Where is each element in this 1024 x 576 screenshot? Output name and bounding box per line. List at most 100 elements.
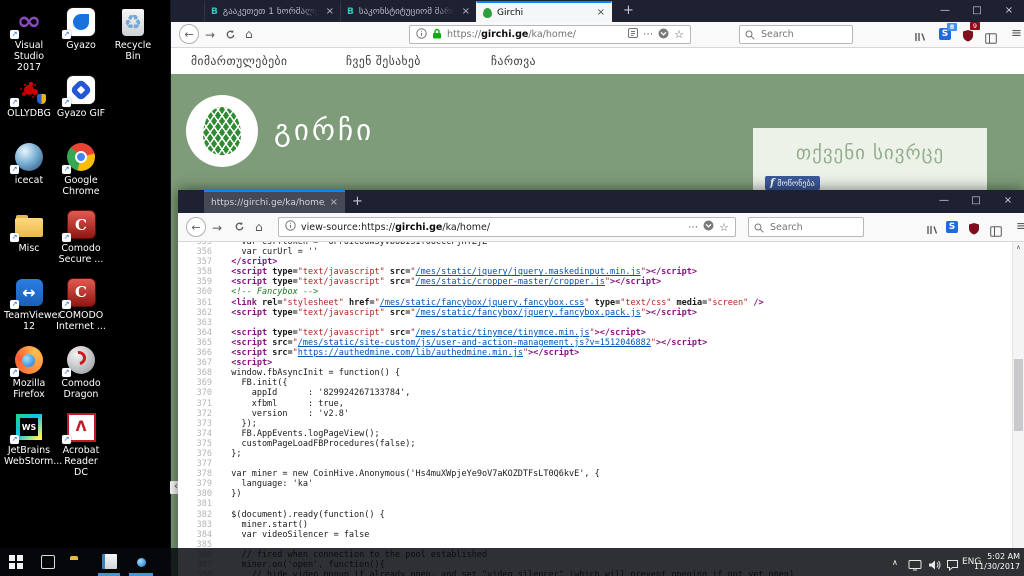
- extension-badge: 9: [970, 22, 980, 30]
- comodo-internet-icon: C ↗: [56, 276, 106, 309]
- lock-icon: [432, 28, 442, 42]
- extension-s-icon[interactable]: S: [946, 221, 958, 233]
- home-button[interactable]: ⌂: [255, 221, 263, 233]
- back-button[interactable]: ←: [186, 217, 206, 237]
- reload-button[interactable]: [225, 29, 236, 42]
- windows-desktop: ∞ ↗ Visual Studio 2017 ↗ Gyazo ♻ Recycle Bin ↗ O…: [0, 0, 1024, 576]
- desktop-icon-ollydbg[interactable]: ↗ OLLYDBG: [4, 74, 54, 119]
- url-bar[interactable]: https://girchi.ge/ka/home/ ⋯ ☆: [409, 25, 691, 44]
- desktop-icon-mozilla-firefox[interactable]: ↗ Mozilla Firefox: [4, 344, 54, 400]
- reload-button[interactable]: [234, 221, 245, 234]
- task-view-button[interactable]: [41, 555, 55, 569]
- source-line-359: 359 <script type="text/javascript" src="…: [178, 277, 1013, 287]
- desktop-icon-comodo-secure[interactable]: C ↗ Comodo Secure ...: [56, 209, 106, 265]
- extension-badge: 8: [947, 23, 957, 31]
- ublock-shield-icon[interactable]: [968, 220, 980, 239]
- desktop-icon-misc[interactable]: ↗ Misc: [4, 209, 54, 254]
- clock[interactable]: 5:02 AM 11/30/2017: [974, 552, 1020, 572]
- tab-3[interactable]: Girchi ×: [476, 1, 612, 22]
- gyazo-gif-icon: ↗: [56, 74, 106, 107]
- search-input[interactable]: [768, 220, 858, 234]
- girchi-logo[interactable]: [186, 95, 258, 167]
- source-link[interactable]: /mes/static/fancybox/jquery.fancybox.pac…: [416, 308, 641, 318]
- desktop-icon-visual-studio-2017[interactable]: ∞ ↗ Visual Studio 2017: [4, 6, 54, 73]
- bookmark-star-icon[interactable]: ☆: [719, 221, 729, 234]
- source-link[interactable]: /mes/static/tinymce/tinymce.min.js: [416, 328, 590, 338]
- desktop-icon-gyazo-gif[interactable]: ↗ Gyazo GIF: [56, 74, 106, 119]
- minimize-button[interactable]: —: [929, 0, 961, 21]
- desktop-icon-teamviewer-12[interactable]: ↔ ↗ TeamViewer 12: [4, 276, 61, 332]
- girchi-menu-item-2[interactable]: ჩვენ შესახებ: [346, 54, 421, 68]
- desktop-icon-comodo-internet[interactable]: C ↗ COMODO Internet ...: [56, 276, 106, 332]
- desktop-icon-google-chrome[interactable]: ↗ Google Chrome: [56, 141, 106, 197]
- url-bar[interactable]: view-source:https://girchi.ge/ka/home/ ⋯…: [278, 217, 736, 237]
- source-link[interactable]: /mes/static/jquery/jquery.maskedinput.mi…: [416, 267, 641, 277]
- action-center-icon[interactable]: [946, 556, 959, 575]
- jetbrains-webstorm-icon: WS ↗: [4, 411, 54, 444]
- search-bar[interactable]: [748, 217, 864, 237]
- library-icon[interactable]: [926, 221, 938, 240]
- search-input[interactable]: [759, 28, 847, 41]
- source-line-361: 361 <link rel="stylesheet" href="/mes/st…: [178, 298, 1013, 308]
- network-icon[interactable]: [908, 556, 922, 575]
- new-tab-button[interactable]: +: [352, 194, 363, 209]
- desktop-icon-icecat[interactable]: ↗ icecat: [4, 141, 54, 186]
- page-actions-icon[interactable]: ⋯: [688, 222, 698, 233]
- search-bar[interactable]: [739, 25, 853, 44]
- hamburger-menu-icon[interactable]: ≡: [1016, 219, 1024, 234]
- back-button[interactable]: ←: [179, 24, 199, 44]
- info-icon[interactable]: [416, 27, 427, 42]
- hamburger-menu-icon[interactable]: ≡: [1011, 26, 1022, 41]
- source-line-375: 375 customPageLoadFBProcedures(false);: [178, 439, 1013, 449]
- tab-close-icon[interactable]: ×: [330, 197, 338, 208]
- volume-icon[interactable]: [928, 556, 941, 575]
- desktop-icon-label: JetBrains WebStorm...: [4, 445, 63, 467]
- maximize-button[interactable]: □: [960, 190, 992, 211]
- ublock-shield-icon[interactable]: 9: [962, 22, 980, 46]
- bookmark-star-icon[interactable]: ☆: [674, 28, 684, 41]
- sidebar-icon[interactable]: [990, 222, 1002, 241]
- info-icon[interactable]: [285, 220, 296, 234]
- tab-viewsource[interactable]: https://girchi.ge/ka/home/ ×: [204, 190, 345, 213]
- extension-s-icon[interactable]: S8: [939, 23, 957, 40]
- source-link[interactable]: /mes/static/fancybox/jquery.fancybox.css: [380, 298, 585, 308]
- desktop-icon-jetbrains-webstorm[interactable]: WS ↗ JetBrains WebStorm...: [4, 411, 63, 467]
- reader-mode-icon[interactable]: [628, 28, 639, 41]
- desktop-icon-gyazo[interactable]: ↗ Gyazo: [56, 6, 106, 51]
- desktop-icon-acrobat-reader-dc[interactable]: Λ ↗ Acrobat Reader DC: [56, 411, 106, 478]
- tab-1[interactable]: Bგააკეთეთ 1 ნორმალური ფ ×: [204, 1, 340, 22]
- desktop-icon-comodo-dragon[interactable]: ↗ Comodo Dragon: [56, 344, 106, 400]
- girchi-menu-item-1[interactable]: მიმართულებები: [191, 54, 287, 68]
- close-button[interactable]: ×: [993, 0, 1024, 21]
- scroll-up-icon[interactable]: ∧: [1013, 244, 1024, 251]
- pocket-icon[interactable]: [703, 220, 714, 234]
- forward-button[interactable]: →: [205, 29, 215, 41]
- desktop-icon-recycle-bin[interactable]: ♻ Recycle Bin: [108, 6, 158, 62]
- maximize-button[interactable]: □: [961, 0, 993, 21]
- library-icon[interactable]: [914, 28, 926, 47]
- facebook-like-button[interactable]: f მოწონება: [765, 176, 820, 190]
- vertical-scrollbar[interactable]: ∧: [1012, 241, 1024, 576]
- tab-close-icon[interactable]: ×: [326, 6, 334, 17]
- close-button[interactable]: ×: [992, 190, 1024, 211]
- notepad-button[interactable]: [102, 554, 117, 569]
- forward-button[interactable]: →: [212, 222, 222, 234]
- minimize-button[interactable]: —: [928, 190, 960, 211]
- tab-close-icon[interactable]: ×: [462, 6, 470, 17]
- pocket-icon[interactable]: [658, 28, 669, 42]
- sidebar-icon[interactable]: [985, 29, 997, 48]
- new-tab-button[interactable]: +: [623, 3, 634, 18]
- tray-expand-chevron[interactable]: ∧: [892, 558, 898, 567]
- scrollbar-thumb[interactable]: [1014, 359, 1023, 431]
- start-button[interactable]: [9, 555, 15, 561]
- source-link[interactable]: /mes/static/site-custom/js/user-and-acti…: [298, 338, 651, 348]
- source-link[interactable]: /mes/static/cropper-master/cropper.js: [416, 277, 605, 287]
- home-button[interactable]: ⌂: [245, 28, 253, 40]
- line-number: 367: [196, 358, 212, 369]
- girchi-menu-item-3[interactable]: ჩართვა: [491, 54, 536, 68]
- source-link[interactable]: https://authedmine.com/lib/authedmine.mi…: [298, 348, 523, 358]
- tab-2[interactable]: Bსაკონსტიტუციომ მარიხუან ×: [340, 1, 476, 22]
- page-actions-icon[interactable]: ⋯: [643, 29, 653, 40]
- tab-close-icon[interactable]: ×: [597, 7, 605, 18]
- on-ge-favicon-icon: B: [211, 6, 218, 17]
